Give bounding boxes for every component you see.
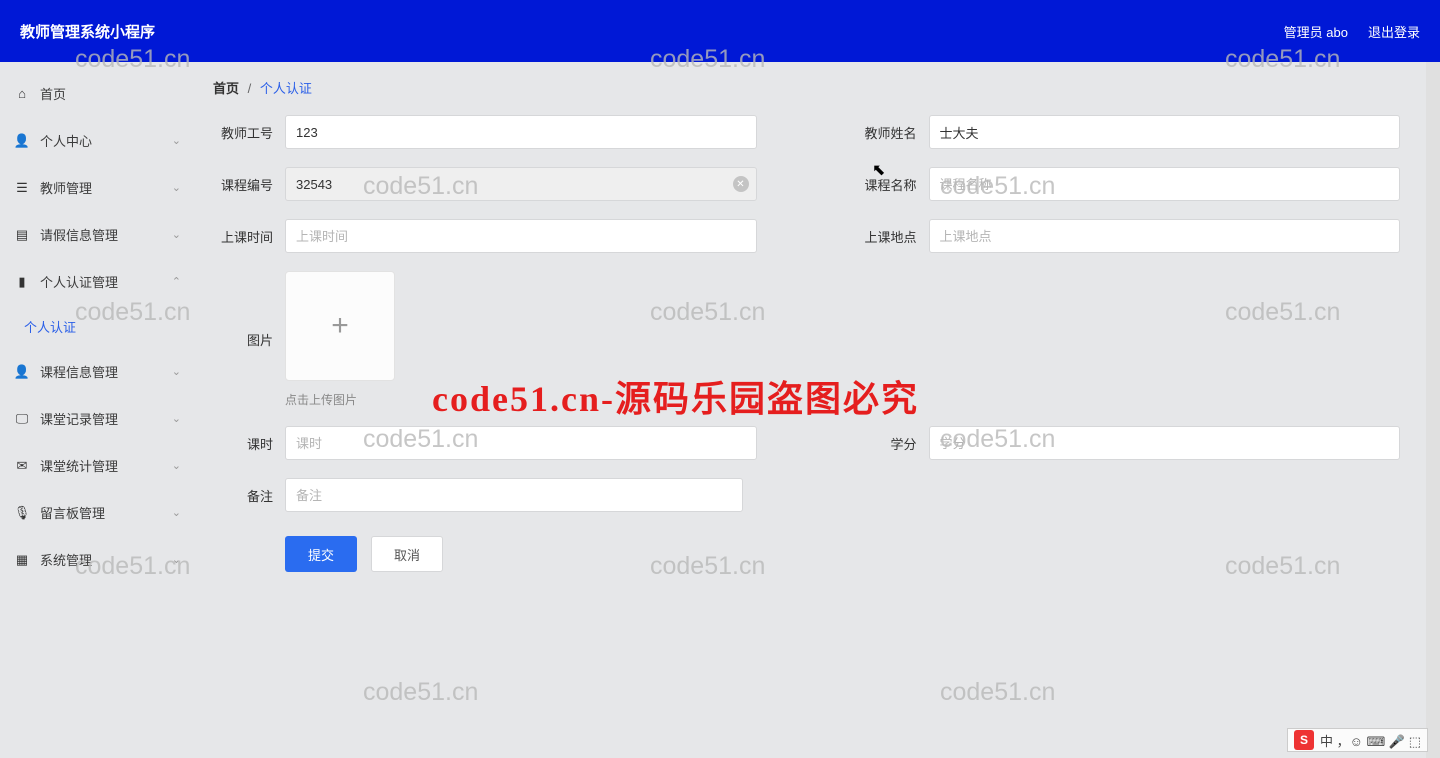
- course-name-input[interactable]: [929, 167, 1401, 201]
- admin-label[interactable]: 管理员 abo: [1284, 22, 1348, 41]
- monitor-icon: 🖵: [14, 411, 30, 427]
- sidebar-item-label: 留言板管理: [40, 503, 105, 522]
- chevron-up-icon: ⌃: [172, 275, 181, 288]
- credit-label: 学分: [857, 434, 917, 453]
- sidebar-item-label: 教师管理: [40, 178, 92, 197]
- logout-link[interactable]: 退出登录: [1368, 22, 1420, 41]
- remark-input[interactable]: [285, 478, 743, 512]
- chevron-down-icon: ⌄: [172, 553, 181, 566]
- teacher-no-input[interactable]: [285, 115, 757, 149]
- user-icon: 👤: [14, 133, 30, 149]
- ime-logo-icon: S: [1294, 730, 1314, 750]
- cancel-button[interactable]: 取消: [371, 536, 443, 572]
- sidebar-item-course-info-manage[interactable]: 👤 课程信息管理 ⌄: [0, 348, 195, 395]
- mail-icon: ✉: [14, 458, 30, 474]
- image-label: 图片: [213, 330, 273, 349]
- list-icon: ☰: [14, 180, 30, 196]
- sidebar-item-label: 课堂统计管理: [40, 456, 118, 475]
- chevron-down-icon: ⌄: [172, 134, 181, 147]
- remark-label: 备注: [213, 486, 273, 505]
- chevron-down-icon: ⌄: [172, 365, 181, 378]
- class-place-input[interactable]: [929, 219, 1401, 253]
- upload-hint: 点击上传图片: [285, 391, 357, 408]
- grid-icon: ▦: [14, 552, 30, 568]
- ime-chars: 中 ，☺ ⌨ 🎤 ⬚: [1320, 731, 1421, 750]
- chevron-down-icon: ⌄: [172, 506, 181, 519]
- plus-icon: +: [331, 309, 349, 343]
- sidebar-sub-personal-cert[interactable]: 个人认证: [0, 305, 195, 348]
- chevron-down-icon: ⌄: [172, 181, 181, 194]
- breadcrumb-home[interactable]: 首页: [213, 81, 239, 96]
- sidebar-item-label: 个人中心: [40, 131, 92, 150]
- teacher-no-label: 教师工号: [213, 123, 273, 142]
- header-bar: 教师管理系统小程序 管理员 abo 退出登录: [0, 0, 1440, 62]
- user-icon: 👤: [14, 364, 30, 380]
- hours-label: 课时: [213, 434, 273, 453]
- sidebar-item-home[interactable]: ⌂ 首页: [0, 70, 195, 117]
- clear-icon[interactable]: ✕: [733, 176, 749, 192]
- teacher-name-label: 教师姓名: [857, 123, 917, 142]
- home-icon: ⌂: [14, 86, 30, 102]
- mic-icon: 🎙: [14, 505, 30, 521]
- teacher-name-input[interactable]: [929, 115, 1401, 149]
- class-time-label: 上课时间: [213, 227, 273, 246]
- breadcrumb-current: 个人认证: [260, 81, 312, 96]
- course-no-label: 课程编号: [213, 175, 273, 194]
- upload-box[interactable]: +: [285, 271, 395, 381]
- sidebar-item-leave-manage[interactable]: ▤ 请假信息管理 ⌄: [0, 211, 195, 258]
- class-place-label: 上课地点: [857, 227, 917, 246]
- sidebar-item-class-stats-manage[interactable]: ✉ 课堂统计管理 ⌄: [0, 442, 195, 489]
- app-title: 教师管理系统小程序: [20, 21, 155, 42]
- class-time-input[interactable]: [285, 219, 757, 253]
- sidebar-item-personal-cert-manage[interactable]: ▮ 个人认证管理 ⌃: [0, 258, 195, 305]
- doc-icon: ▤: [14, 227, 30, 243]
- sidebar-item-label: 系统管理: [40, 550, 92, 569]
- main-content: 首页 / 个人认证 教师工号 教师姓名 课程编号 ✕ 课程名称: [195, 62, 1440, 758]
- course-no-input[interactable]: [285, 167, 757, 201]
- sidebar-item-label: 首页: [40, 84, 66, 103]
- sidebar-item-message-board-manage[interactable]: 🎙 留言板管理 ⌄: [0, 489, 195, 536]
- sidebar-item-label: 课堂记录管理: [40, 409, 118, 428]
- sidebar-item-class-record-manage[interactable]: 🖵 课堂记录管理 ⌄: [0, 395, 195, 442]
- submit-button[interactable]: 提交: [285, 536, 357, 572]
- chevron-down-icon: ⌄: [172, 228, 181, 241]
- breadcrumb-sep: /: [248, 81, 252, 96]
- credit-input[interactable]: [929, 426, 1401, 460]
- chevron-down-icon: ⌄: [172, 459, 181, 472]
- sidebar-item-personal-center[interactable]: 👤 个人中心 ⌄: [0, 117, 195, 164]
- sidebar-item-label: 个人认证管理: [40, 272, 118, 291]
- chart-icon: ▮: [14, 274, 30, 290]
- breadcrumb: 首页 / 个人认证: [213, 78, 1400, 97]
- sidebar-item-label: 请假信息管理: [40, 225, 118, 244]
- course-name-label: 课程名称: [857, 175, 917, 194]
- ime-bar[interactable]: S 中 ，☺ ⌨ 🎤 ⬚: [1287, 728, 1428, 752]
- sidebar-item-label: 课程信息管理: [40, 362, 118, 381]
- scrollbar[interactable]: [1426, 62, 1440, 758]
- sidebar: ⌂首页 👤个人中心 ⌄ ☰教师管理 ⌄ ▤请假信息管理 ⌄ ▮个人认证管理 ⌃ …: [0, 62, 195, 758]
- hours-input[interactable]: [285, 426, 757, 460]
- sidebar-item-system-manage[interactable]: ▦ 系统管理 ⌄: [0, 536, 195, 583]
- sidebar-item-teacher-manage[interactable]: ☰ 教师管理 ⌄: [0, 164, 195, 211]
- chevron-down-icon: ⌄: [172, 412, 181, 425]
